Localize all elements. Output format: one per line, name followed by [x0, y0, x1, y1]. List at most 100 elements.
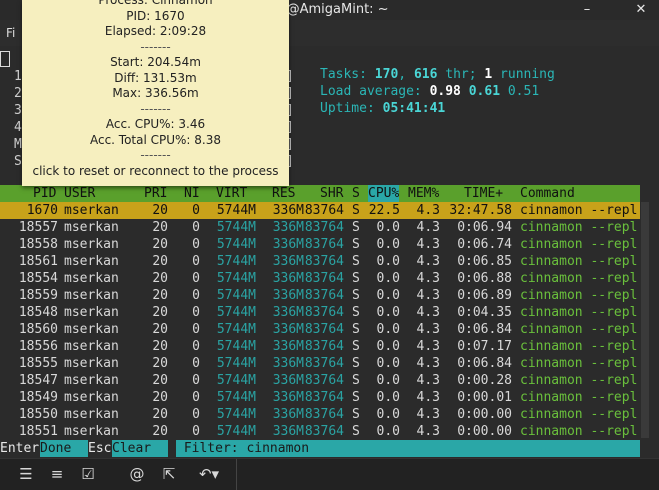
enter-key[interactable]: Enter: [0, 440, 39, 457]
undo-icon[interactable]: ↶▾: [194, 464, 224, 484]
cell-res: 336M: [272, 254, 304, 269]
col-shr[interactable]: SHR: [320, 185, 343, 202]
col-res[interactable]: RES: [272, 185, 295, 202]
cell-res: 336M: [272, 203, 304, 218]
table-row[interactable]: 18555 mserkan 20 0 5744M 336M 83764 S 0.0 4.3 0:06…: [0, 355, 640, 372]
cell-cpu: 0.0: [376, 305, 400, 320]
cell-virt: 5744M: [216, 305, 256, 320]
cell-cmd: cinnamon --repl: [520, 203, 638, 218]
cell-time: 0:06.94: [457, 220, 512, 235]
cell-user: mserkan: [64, 305, 119, 320]
col-state[interactable]: S: [352, 185, 360, 202]
cell-shr: 83764: [304, 288, 344, 303]
table-row[interactable]: 18557 mserkan 20 0 5744M 336M 83764 S 0.0 4.3 0:06…: [0, 219, 640, 236]
meter-label: S: [14, 154, 22, 169]
cell-time: 0:06.84: [457, 356, 512, 371]
cell-s: S: [352, 305, 360, 320]
cell-pri: 20: [152, 203, 168, 218]
cell-cpu: 0.0: [376, 254, 400, 269]
table-row[interactable]: 18554 mserkan 20 0 5744M 336M 83764 S 0.0 4.3 0:06…: [0, 270, 640, 287]
tooltip-elapsed: Elapsed: 2:09:28: [104, 24, 207, 38]
tooltip-acc-total: Acc. Total CPU%: 8.38: [89, 132, 222, 147]
cell-cmd: cinnamon --repl: [520, 339, 638, 354]
process-tooltip[interactable]: Process: Cinnamon PID: 1670 Elapsed: 2:0…: [22, 0, 289, 186]
mention-icon[interactable]: @: [125, 464, 149, 484]
col-pri[interactable]: PRI: [144, 185, 167, 202]
table-row-selected[interactable]: 1670 mserkan 20 0 5744M 336M 83764 S 22.5 4.3 32:4…: [0, 202, 640, 219]
process-table: 1670 mserkan 20 0 5744M 336M 83764 S 22.5 4.3 32:4…: [0, 202, 640, 440]
col-ni[interactable]: NI: [184, 185, 200, 202]
cell-s: S: [352, 356, 360, 371]
cell-s: S: [352, 203, 360, 218]
table-row[interactable]: 18549 mserkan 20 0 5744M 336M 83764 S 0.0 4.3 0:00…: [0, 389, 640, 406]
col-virt[interactable]: VIRT: [216, 185, 247, 202]
col-cpu[interactable]: CPU%: [368, 185, 400, 202]
numbered-list-icon[interactable]: ≡: [45, 464, 69, 484]
cell-pid: 18558: [18, 237, 58, 252]
cell-time: 0:00.01: [457, 390, 512, 405]
cell-mem: 4.3: [416, 254, 440, 269]
table-row[interactable]: 18559 mserkan 20 0 5744M 336M 83764 S 0.0 4.3 0:06…: [0, 287, 640, 304]
table-row[interactable]: 18547 mserkan 20 0 5744M 336M 83764 S 0.0 4.3 0:00…: [0, 372, 640, 389]
cell-pid: 18549: [18, 390, 58, 405]
cell-cpu: 0.0: [376, 356, 400, 371]
tooltip-diff: Diff: 131.53m: [114, 70, 197, 85]
done-button[interactable]: Done: [40, 440, 88, 457]
table-row[interactable]: 18556 mserkan 20 0 5744M 336M 83764 S 0.0 4.3 0:07…: [0, 338, 640, 355]
cell-pri: 20: [152, 237, 168, 252]
table-row[interactable]: 18560 mserkan 20 0 5744M 336M 83764 S 0.0 4.3 0:06…: [0, 321, 640, 338]
cell-user: mserkan: [64, 203, 119, 218]
close-button[interactable]: ✕: [630, 0, 652, 20]
meter-row: M]: [14, 136, 294, 153]
esc-key[interactable]: Esc: [88, 440, 111, 457]
list-icon[interactable]: ☰: [14, 464, 38, 484]
cell-cmd: cinnamon --repl: [520, 407, 638, 422]
cell-time: 0:00.00: [457, 407, 512, 422]
table-row[interactable]: 18548 mserkan 20 0 5744M 336M 83764 S 0.0 4.3 0:04…: [0, 304, 640, 321]
col-pid[interactable]: PID: [33, 185, 56, 202]
cell-mem: 4.3: [416, 203, 440, 218]
cell-time: 0:04.35: [457, 305, 512, 320]
cell-res: 336M: [272, 390, 304, 405]
cell-s: S: [352, 288, 360, 303]
cell-pri: 20: [152, 254, 168, 269]
cell-cmd: cinnamon --repl: [520, 237, 638, 252]
cell-cmd: cinnamon --repl: [520, 254, 638, 269]
col-mem[interactable]: MEM%: [408, 185, 439, 202]
cell-user: mserkan: [64, 254, 119, 269]
cell-pid: 18551: [18, 424, 58, 439]
cell-pri: 20: [152, 373, 168, 388]
cell-s: S: [352, 322, 360, 337]
cell-cpu: 0.0: [376, 390, 400, 405]
cell-ni: 0: [192, 407, 200, 422]
clear-button[interactable]: Clear: [112, 440, 168, 457]
cell-pid: 18555: [18, 356, 58, 371]
table-row[interactable]: 18561 mserkan 20 0 5744M 336M 83764 S 0.0 4.3 0:06…: [0, 253, 640, 270]
menu-file[interactable]: Fi: [6, 20, 15, 46]
cell-cmd: cinnamon --repl: [520, 271, 638, 286]
cell-mem: 4.3: [416, 237, 440, 252]
table-row[interactable]: 18558 mserkan 20 0 5744M 336M 83764 S 0.0 4.3 0:06…: [0, 236, 640, 253]
cell-virt: 5744M: [216, 407, 256, 422]
col-command[interactable]: Command: [520, 185, 575, 202]
filter-text: Filter: cinnamon: [183, 441, 310, 456]
cell-s: S: [352, 220, 360, 235]
cell-virt: 5744M: [216, 356, 256, 371]
scrollbar[interactable]: [641, 202, 649, 438]
external-link-icon[interactable]: ⇱: [157, 464, 181, 484]
table-row[interactable]: 18550 mserkan 20 0 5744M 336M 83764 S 0.0 4.3 0:00…: [0, 406, 640, 423]
cell-cpu: 0.0: [376, 288, 400, 303]
load-5: 0.61: [468, 84, 501, 99]
cell-mem: 4.3: [416, 220, 440, 235]
cell-time: 32:47.58: [449, 203, 512, 218]
col-user[interactable]: USER: [64, 185, 95, 202]
col-time[interactable]: TIME+: [464, 185, 503, 202]
cell-cpu: 0.0: [376, 220, 400, 235]
cell-pid: 18556: [18, 339, 58, 354]
load-15: 0.51: [507, 84, 540, 99]
cell-cmd: cinnamon --repl: [520, 356, 638, 371]
minimize-button[interactable]: –: [576, 0, 598, 20]
table-row[interactable]: 18551 mserkan 20 0 5744M 336M 83764 S 0.0 4.3 0:00…: [0, 423, 640, 440]
filter-field[interactable]: Filter: cinnamon: [176, 440, 640, 457]
checkbox-icon[interactable]: ☑: [76, 464, 100, 484]
